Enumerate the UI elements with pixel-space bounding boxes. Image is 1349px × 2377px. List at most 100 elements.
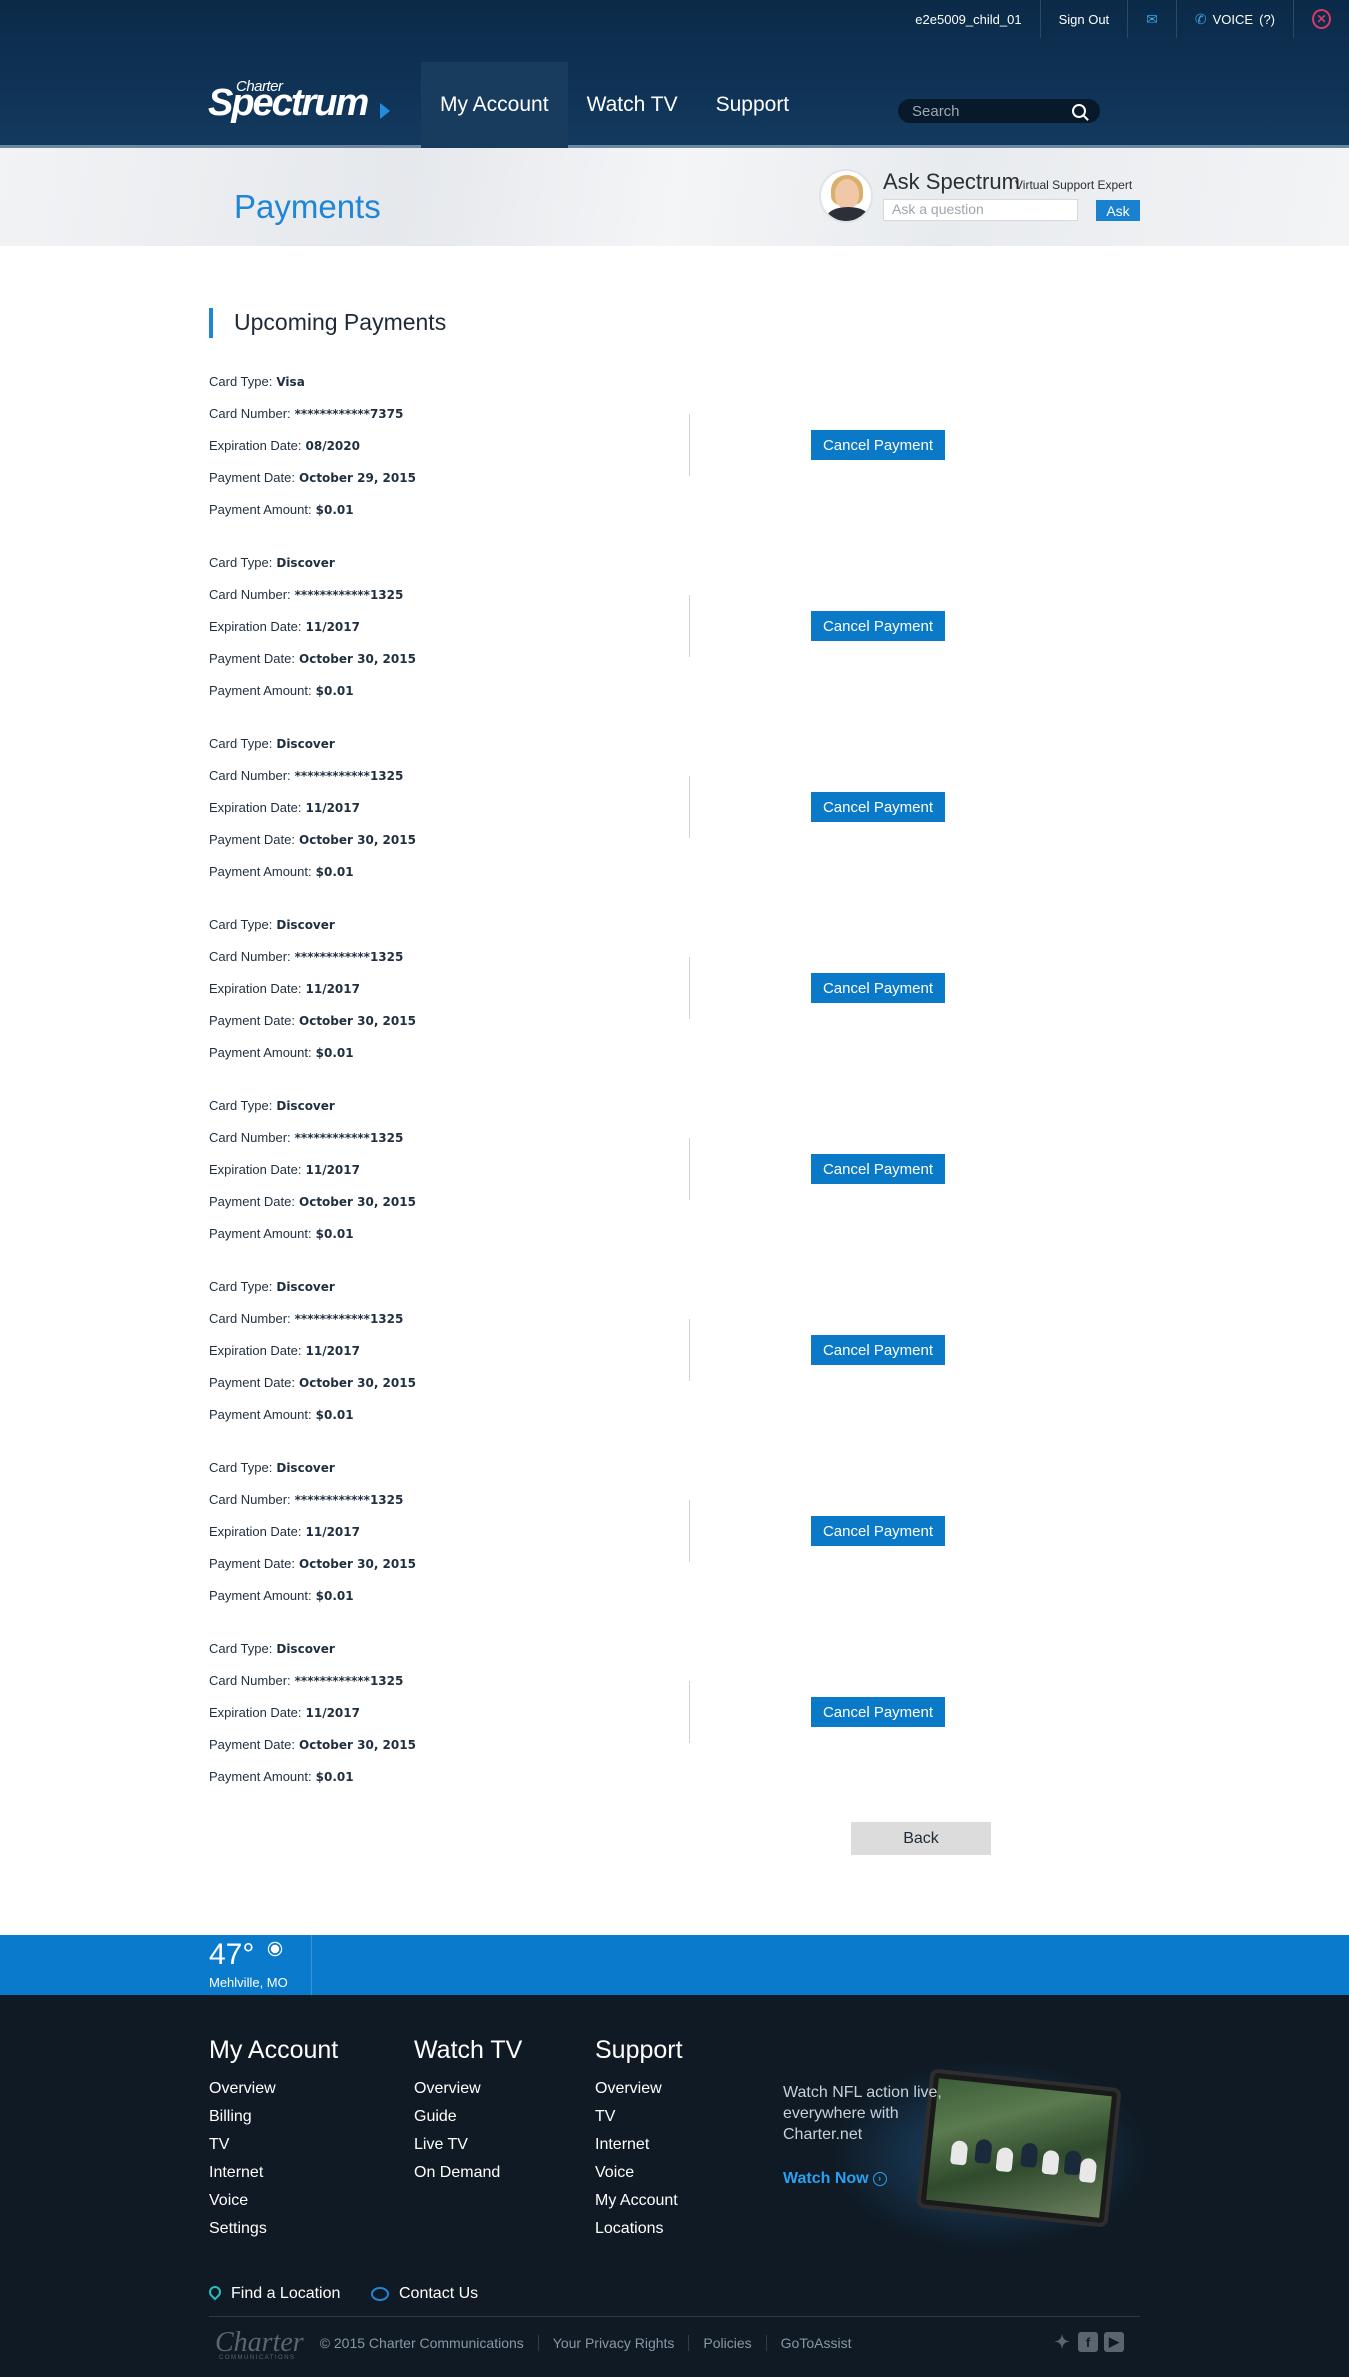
cancel-payment-button[interactable]: Cancel Payment [811,1335,945,1365]
payment-date-label: Payment Date: [209,832,295,847]
main-nav: My Account Watch TV Support [421,62,808,148]
card-number-row: Card Number: ************7375 [209,406,403,421]
youtube-icon[interactable]: ▶ [1104,2332,1124,2352]
ask-button[interactable]: Ask [1096,200,1140,221]
find-location-label: Find a Location [231,2285,341,2302]
nav-my-account[interactable]: My Account [421,62,568,148]
ask-question-input[interactable]: Ask a question [883,199,1078,221]
cancel-payment-button[interactable]: Cancel Payment [811,611,945,641]
nav-support[interactable]: Support [697,62,809,148]
expiration-date-row: Expiration Date: 11/2017 [209,800,360,815]
search-input[interactable]: Search [898,99,1100,123]
expiration-date-label: Expiration Date: [209,1343,302,1358]
payment-date-row: Payment Date: October 30, 2015 [209,1375,416,1390]
gotoassist-link[interactable]: GoToAssist [765,2335,866,2351]
voice-button[interactable]: ✆ VOICE (?) [1175,0,1293,38]
card-type-value: Discover [276,1099,335,1113]
social-links: ✦ f ▶ [1052,2332,1124,2352]
payment-item: Card Type: Discover Card Number: **********… [209,1641,1169,1801]
footer-link[interactable]: Overview [414,2075,522,2103]
card-type-value: Discover [276,556,335,570]
footer-link[interactable]: Live TV [414,2131,522,2159]
payment-item: Card Type: Discover Card Number: **********… [209,555,1169,715]
logo-spectrum-text: Spectrum [208,82,369,124]
footer-link[interactable]: My Account [595,2187,683,2215]
card-type-value: Visa [276,375,305,389]
cancel-payment-button[interactable]: Cancel Payment [811,1697,945,1727]
close-button[interactable]: ✕ [1293,0,1349,38]
cancel-payment-button[interactable]: Cancel Payment [811,1516,945,1546]
footer-link[interactable]: Voice [595,2159,683,2187]
sun-icon [270,1944,280,1954]
contact-us-link[interactable]: Contact Us [371,2285,478,2303]
footer-link[interactable]: Voice [209,2187,338,2215]
nav-watch-tv[interactable]: Watch TV [568,62,697,148]
card-number-label: Card Number: [209,406,291,421]
expiration-date-label: Expiration Date: [209,438,302,453]
expiration-date-label: Expiration Date: [209,981,302,996]
payment-amount-row: Payment Amount: $0.01 [209,683,354,698]
section-title: Upcoming Payments [234,309,447,335]
payment-amount-row: Payment Amount: $0.01 [209,1407,354,1422]
footer-link[interactable]: Overview [209,2075,338,2103]
promo-text: Watch NFL action live, everywhere with C… [783,2084,942,2143]
policies-link[interactable]: Policies [688,2335,765,2351]
payment-date-value: October 30, 2015 [299,833,416,847]
search-icon[interactable] [1072,104,1086,118]
card-type-row: Card Type: Discover [209,1098,335,1113]
nfl-promo: Watch NFL action live, everywhere with C… [740,2060,1150,2250]
facebook-icon[interactable]: f [1078,2332,1098,2352]
voice-label: VOICE [1212,11,1254,27]
card-type-row: Card Type: Discover [209,1641,335,1656]
footer-column-my-account: My Account Overview Billing TV Internet … [209,2035,338,2243]
card-number-value: ************1325 [294,1131,404,1145]
footer-link[interactable]: Internet [595,2131,683,2159]
username-link[interactable]: e2e5009_child_01 [897,0,1039,38]
chat-bubble-icon [371,2287,389,2301]
mail-button[interactable]: ✉ [1127,0,1176,38]
card-type-row: Card Type: Discover [209,917,335,932]
card-type-label: Card Type: [209,736,273,751]
cancel-payment-button[interactable]: Cancel Payment [811,430,945,460]
section-accent-bar [209,308,213,338]
expiration-date-row: Expiration Date: 11/2017 [209,619,360,634]
footer-link[interactable]: On Demand [414,2159,522,2187]
cancel-payment-button[interactable]: Cancel Payment [811,1154,945,1184]
footer-link[interactable]: Overview [595,2075,683,2103]
footer-link[interactable]: Guide [414,2103,522,2131]
expiration-date-row: Expiration Date: 11/2017 [209,1162,360,1177]
expiration-date-row: Expiration Date: 11/2017 [209,1343,360,1358]
cancel-payment-button[interactable]: Cancel Payment [811,792,945,822]
footer-link[interactable]: Locations [595,2215,683,2243]
card-number-label: Card Number: [209,1673,291,1688]
payment-amount-row: Payment Amount: $0.01 [209,1045,354,1060]
back-button[interactable]: Back [851,1822,991,1855]
payment-divider [689,1319,690,1381]
payment-date-label: Payment Date: [209,1556,295,1571]
sign-out-link[interactable]: Sign Out [1039,0,1128,38]
twitter-icon[interactable]: ✦ [1052,2332,1072,2352]
charter-logo[interactable]: Charter COMMUNICATIONS [209,2327,304,2361]
footer-column-title: Support [595,2036,683,2064]
card-number-row: Card Number: ************1325 [209,587,403,602]
expiration-date-label: Expiration Date: [209,619,302,634]
payment-amount-value: $0.01 [315,1227,354,1241]
privacy-rights-link[interactable]: Your Privacy Rights [537,2335,689,2351]
payment-amount-value: $0.01 [315,1046,354,1060]
card-type-value: Discover [276,1461,335,1475]
arrow-circle-icon: › [872,2171,887,2186]
payment-amount-row: Payment Amount: $0.01 [209,1226,354,1241]
watch-now-link[interactable]: Watch Now › [783,2170,887,2188]
footer-link[interactable]: Billing [209,2103,338,2131]
footer-link[interactable]: Internet [209,2159,338,2187]
card-type-row: Card Type: Discover [209,736,335,751]
footer-link[interactable]: TV [595,2103,683,2131]
close-icon: ✕ [1312,9,1331,29]
footer-link[interactable]: TV [209,2131,338,2159]
expiration-date-label: Expiration Date: [209,1524,302,1539]
card-type-label: Card Type: [209,1279,273,1294]
find-location-link[interactable]: Find a Location [209,2285,340,2303]
footer-link[interactable]: Settings [209,2215,338,2243]
expiration-date-value: 11/2017 [305,1344,360,1358]
cancel-payment-button[interactable]: Cancel Payment [811,973,945,1003]
